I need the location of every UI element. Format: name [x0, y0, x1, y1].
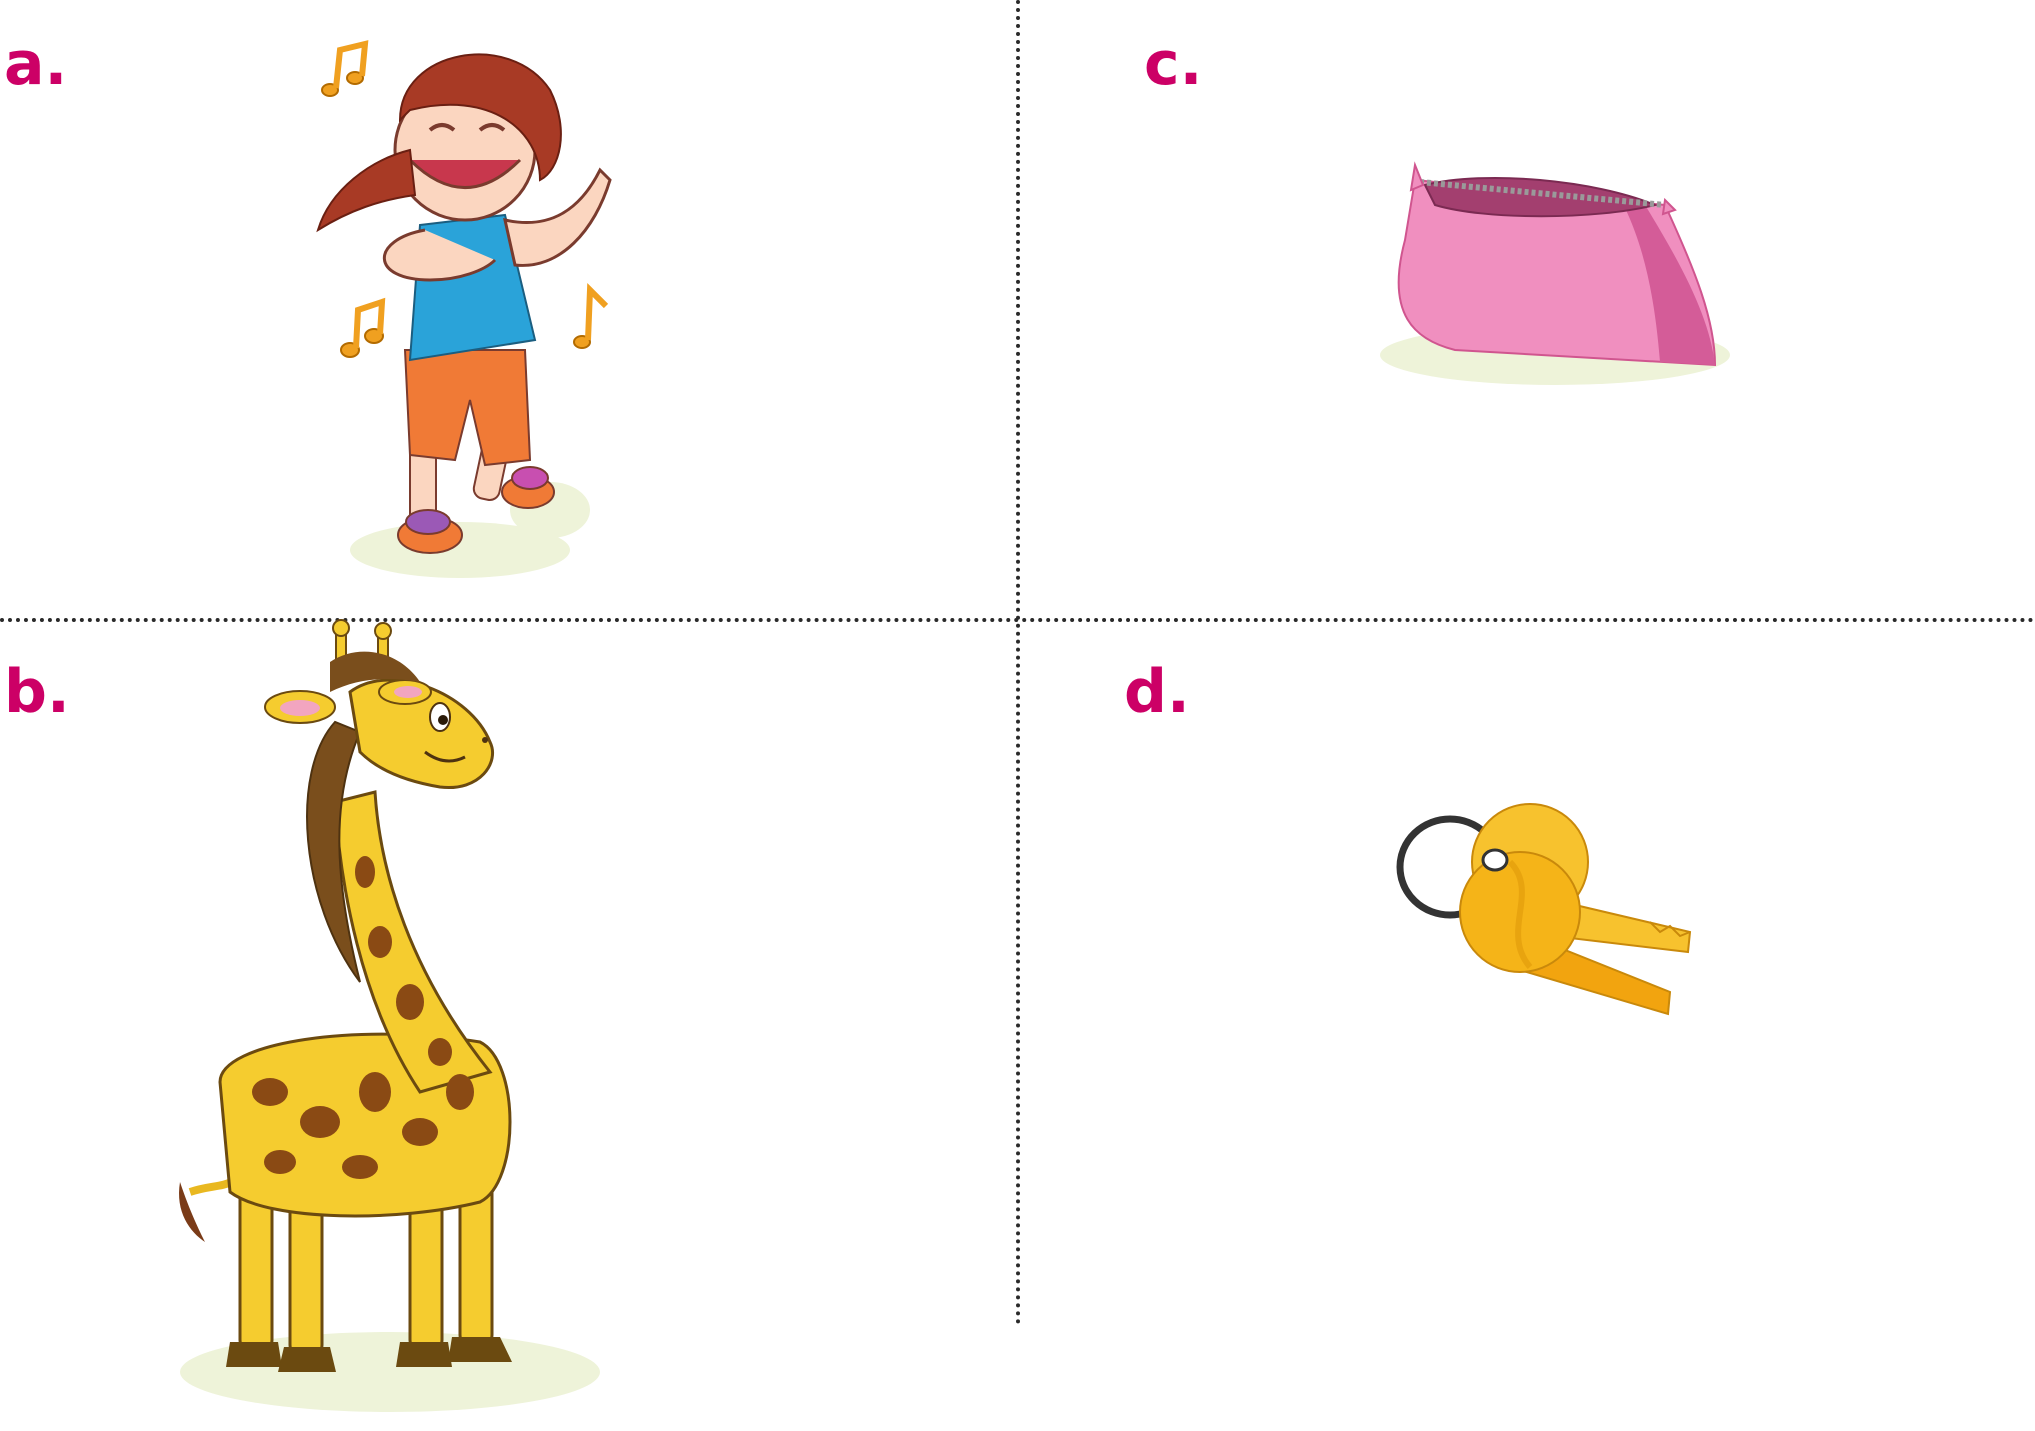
- panel-letter-b: b.: [4, 657, 70, 727]
- music-note-icon: [321, 40, 369, 97]
- panel-c: c.: [1020, 0, 2035, 616]
- panel-letter-c: c.: [1144, 29, 1203, 99]
- panel-letter-d: d.: [1124, 657, 1190, 727]
- pencil-case-illustration: [1380, 161, 1730, 385]
- panel-b: b.: [0, 619, 1014, 1431]
- panel-d: d.: [1020, 622, 2035, 1431]
- panel-letter-a: a.: [4, 29, 68, 99]
- panel-a: a.: [0, 0, 1014, 616]
- giraffe-illustration: [179, 619, 600, 1412]
- dancing-girl-illustration: [316, 40, 612, 578]
- keys-illustration: [1396, 803, 1692, 1016]
